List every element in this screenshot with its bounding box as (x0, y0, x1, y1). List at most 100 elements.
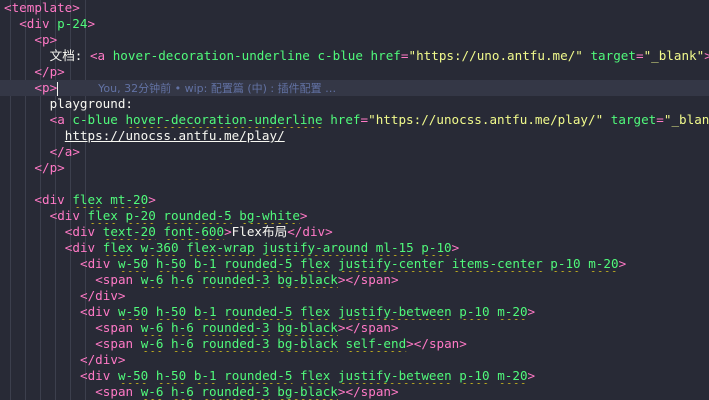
code-token: < (80, 256, 88, 271)
code-token: > (224, 224, 232, 239)
code-line[interactable] (0, 176, 709, 192)
code-line[interactable]: <span w-6 h-6 rounded-3 bg-black></span> (0, 320, 709, 336)
code-editor[interactable]: <template> <div p-24> <p> 文档: <a hover-deco… (0, 0, 709, 400)
code-line[interactable]: <div flex mt-20> (0, 192, 709, 208)
code-token: flex (72, 192, 103, 207)
code-token: rounded-3 (201, 272, 270, 287)
code-token: w-6 (140, 384, 164, 399)
code-line[interactable]: <div w-50 h-50 b-1 rounded-5 flex justif… (0, 368, 709, 384)
code-line[interactable]: <div p-24> (0, 16, 709, 32)
code-token: "_blank" (663, 112, 709, 127)
code-token: > (72, 0, 80, 15)
code-token: > (618, 256, 627, 271)
code-token: rounded-3 (201, 336, 270, 351)
code-token: > (391, 320, 399, 335)
code-token: p-20 (125, 208, 156, 223)
code-line[interactable]: <div text-20 font-600>Flex布局</div> (0, 224, 709, 240)
code-token: flex (102, 240, 134, 255)
git-blame-annotation: You, 32分钟前 • wip: 配置篇 (中) : 插件配置 … (98, 82, 337, 95)
code-token: hover-decoration-underline (112, 48, 310, 63)
code-token: div (302, 224, 326, 239)
code-token: "https://uno.antfu.me/" (408, 48, 583, 63)
code-token: > (406, 336, 414, 351)
code-token: div (95, 288, 118, 303)
code-token: 文档: (49, 48, 90, 63)
code-token: </ (34, 64, 50, 79)
code-line[interactable]: playground: (0, 96, 709, 112)
code-line[interactable]: https://unocss.antfu.me/play/ (0, 128, 709, 144)
code-token: bg-white (239, 208, 300, 223)
code-token: b-1 (193, 256, 217, 271)
code-token: bg-black (277, 320, 338, 335)
code-line[interactable]: </div> (0, 352, 709, 368)
code-token: </ (80, 352, 96, 367)
code-token: h-50 (155, 304, 187, 319)
code-line[interactable]: <template> (0, 0, 709, 16)
code-line[interactable]: <a c-blue hover-decoration-underline hre… (0, 112, 709, 128)
code-token: h-6 (171, 336, 194, 351)
code-token: ml-15 (375, 240, 414, 255)
code-token: </ (345, 320, 361, 335)
code-token: < (34, 32, 42, 47)
code-line[interactable]: 文档: <a hover-decoration-underline c-blue… (0, 48, 709, 64)
code-line[interactable]: <span w-6 h-6 rounded-3 bg-black></span> (0, 272, 709, 288)
code-line[interactable]: <div flex w-360 flex-wrap justify-around… (0, 240, 709, 256)
code-line[interactable]: <div w-50 h-50 b-1 rounded-5 flex justif… (0, 256, 709, 272)
code-token: h-6 (171, 320, 194, 335)
code-token: w-6 (140, 272, 164, 287)
code-token: = (360, 112, 369, 127)
code-token: c-blue (317, 48, 363, 63)
code-token: > (57, 64, 65, 79)
code-token: href (330, 112, 361, 127)
code-line[interactable]: <span w-6 h-6 rounded-3 bg-black></span> (0, 384, 709, 400)
code-line[interactable]: <div w-50 h-50 b-1 rounded-5 flex justif… (0, 304, 709, 320)
code-line[interactable]: <p> (0, 32, 709, 48)
code-token: flex-wrap (186, 240, 255, 255)
code-line[interactable]: </a> (0, 144, 709, 160)
code-token: self-end (345, 336, 407, 351)
code-line[interactable]: <span w-6 h-6 rounded-3 bg-black self-en… (0, 336, 709, 352)
code-line[interactable]: </p> (0, 160, 709, 176)
code-token: w-50 (117, 256, 149, 271)
code-token: p-10 (459, 304, 490, 319)
code-token: mt-20 (110, 192, 149, 207)
code-token: playground: (49, 96, 133, 111)
code-token: div (87, 304, 118, 319)
code-line[interactable]: </div> (0, 288, 709, 304)
code-token: flex (300, 304, 331, 319)
code-token: < (80, 368, 88, 383)
code-token: div (26, 16, 58, 31)
code-token: span (102, 384, 141, 399)
code-line[interactable]: <div flex p-20 rounded-5 bg-white> (0, 208, 709, 224)
code-token: < (95, 272, 103, 287)
code-token: </ (287, 224, 303, 239)
code-line[interactable]: </p> (0, 64, 709, 80)
code-token: https://unocss.antfu.me/play/ (64, 128, 285, 143)
code-token: flex (87, 208, 118, 223)
code-line-current[interactable]: <p> You, 32分钟前 • wip: 配置篇 (中) : 插件配置 … (0, 80, 709, 96)
code-token: > (459, 336, 467, 351)
code-token: > (451, 240, 460, 255)
code-token: > (299, 208, 308, 223)
code-token: > (337, 384, 346, 399)
code-token: rounded-3 (201, 320, 270, 335)
text-cursor (57, 81, 59, 96)
code-token: > (527, 368, 536, 383)
code-token: flex (300, 256, 331, 271)
code-token: items-center (451, 256, 543, 271)
code-token: "https://unocss.antfu.me/play/" (368, 112, 604, 127)
